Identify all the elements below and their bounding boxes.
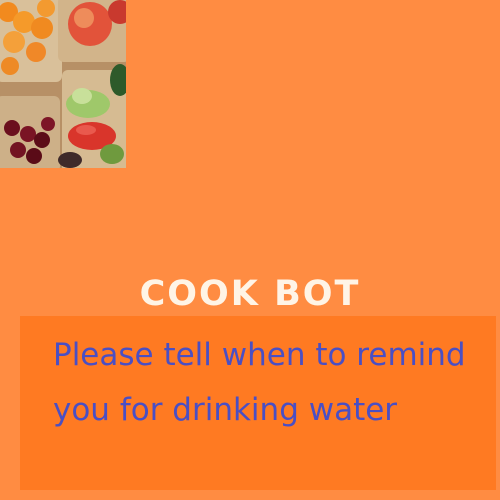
bot-message-text: Please tell when to remind you for drink…	[53, 337, 466, 428]
produce-photo-art	[0, 0, 126, 168]
app-title: COOK BOT	[139, 274, 361, 314]
produce-photo	[0, 0, 126, 168]
app-screen: COOK BOT Please tell when to remind you …	[0, 0, 500, 500]
